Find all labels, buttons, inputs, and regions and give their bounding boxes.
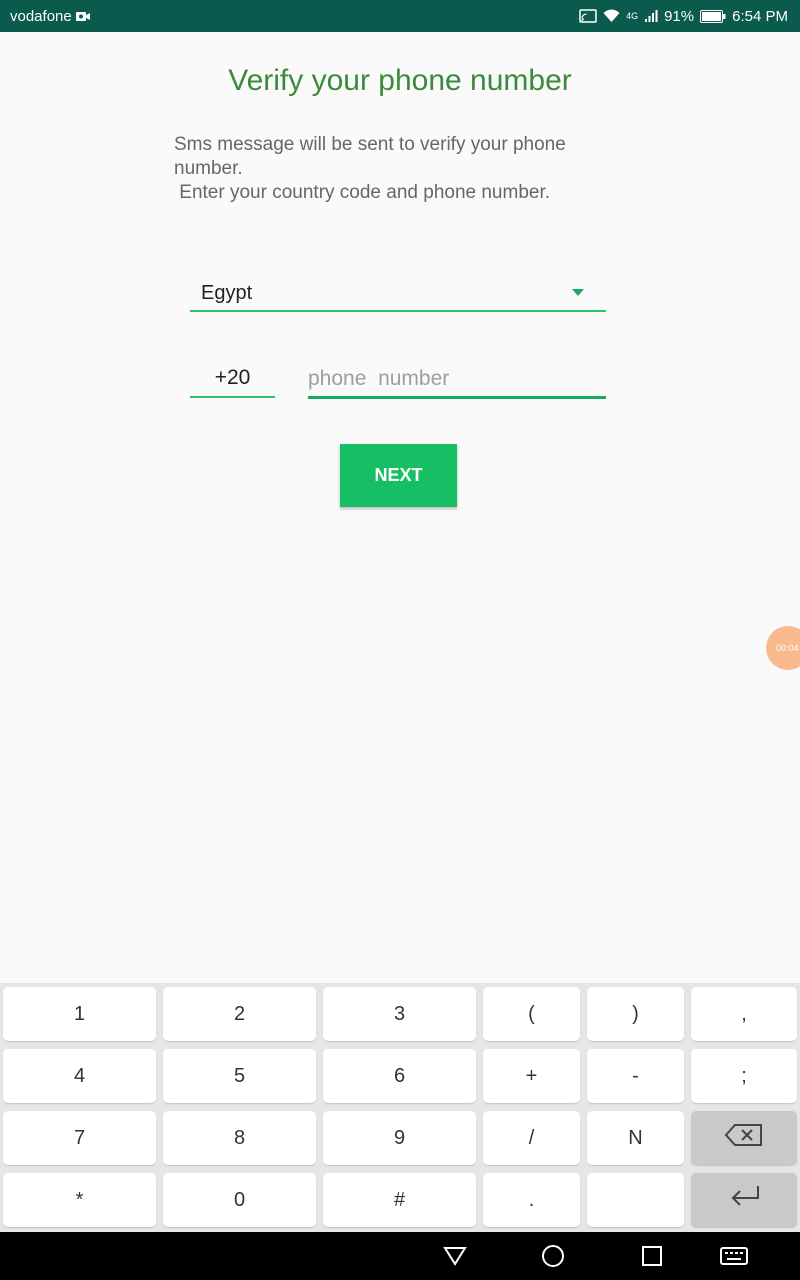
- key-8[interactable]: 8: [163, 1111, 316, 1165]
- key-hash[interactable]: #: [323, 1173, 476, 1227]
- key-1[interactable]: 1: [3, 987, 156, 1041]
- key-7[interactable]: 7: [3, 1111, 156, 1165]
- battery-icon: [700, 9, 726, 23]
- numeric-keyboard: 1 2 3 ( ) , 4 5 6 + - ; 7 8 9 / N * 0 # …: [0, 983, 800, 1232]
- phone-number-input[interactable]: [308, 362, 606, 399]
- clock: 6:54 PM: [732, 7, 788, 25]
- country-dropdown[interactable]: Egypt: [190, 276, 606, 312]
- country-selected-value: Egypt: [201, 282, 253, 304]
- description-line: Sms message will be sent to verify your …: [174, 134, 566, 155]
- status-bar-right: 4G 91% 6:54 PM: [579, 0, 788, 32]
- key-0[interactable]: 0: [163, 1173, 316, 1227]
- page-title: Verify your phone number: [228, 64, 572, 97]
- network-type: 4G: [626, 11, 639, 21]
- key-open-paren[interactable]: (: [483, 987, 580, 1041]
- signal-icon: [644, 9, 658, 23]
- key-minus[interactable]: -: [587, 1049, 684, 1103]
- backspace-icon: [724, 1123, 764, 1153]
- key-backspace[interactable]: [691, 1111, 797, 1165]
- wifi-icon: [603, 9, 620, 23]
- key-4[interactable]: 4: [3, 1049, 156, 1103]
- status-bar-left: vodafone: [10, 0, 90, 32]
- home-icon[interactable]: [541, 1244, 565, 1273]
- next-button[interactable]: NEXT: [340, 444, 457, 507]
- country-code-field[interactable]: +20: [190, 362, 275, 398]
- key-blank[interactable]: [587, 1173, 684, 1227]
- description-line: number.: [174, 158, 243, 179]
- key-asterisk[interactable]: *: [3, 1173, 156, 1227]
- navigation-bar: [0, 1232, 800, 1280]
- key-6[interactable]: 6: [323, 1049, 476, 1103]
- key-semicolon[interactable]: ;: [691, 1049, 797, 1103]
- keyboard-switch-icon[interactable]: [720, 1244, 748, 1273]
- key-enter[interactable]: [691, 1173, 797, 1227]
- carrier-name: vodafone: [10, 7, 72, 25]
- recents-icon[interactable]: [640, 1244, 664, 1273]
- floating-record-timer[interactable]: 00:04: [766, 626, 800, 670]
- key-plus[interactable]: +: [483, 1049, 580, 1103]
- description: Sms message will be sent to verify your …: [174, 133, 634, 205]
- key-9[interactable]: 9: [323, 1111, 476, 1165]
- key-5[interactable]: 5: [163, 1049, 316, 1103]
- key-2[interactable]: 2: [163, 987, 316, 1041]
- battery-percent: 91%: [664, 7, 695, 25]
- enter-icon: [726, 1183, 762, 1217]
- key-comma[interactable]: ,: [691, 987, 797, 1041]
- screen-record-icon: [75, 11, 90, 21]
- key-n[interactable]: N: [587, 1111, 684, 1165]
- dropdown-arrow-icon[interactable]: [572, 289, 584, 296]
- key-period[interactable]: .: [483, 1173, 580, 1227]
- description-line: Enter your country code and phone number…: [174, 182, 551, 203]
- key-slash[interactable]: /: [483, 1111, 580, 1165]
- key-close-paren[interactable]: ): [587, 987, 684, 1041]
- back-icon[interactable]: [443, 1244, 467, 1273]
- key-3[interactable]: 3: [323, 987, 476, 1041]
- status-bar: vodafone 4G 91% 6:54 PM: [0, 0, 800, 32]
- cast-icon: [579, 9, 597, 23]
